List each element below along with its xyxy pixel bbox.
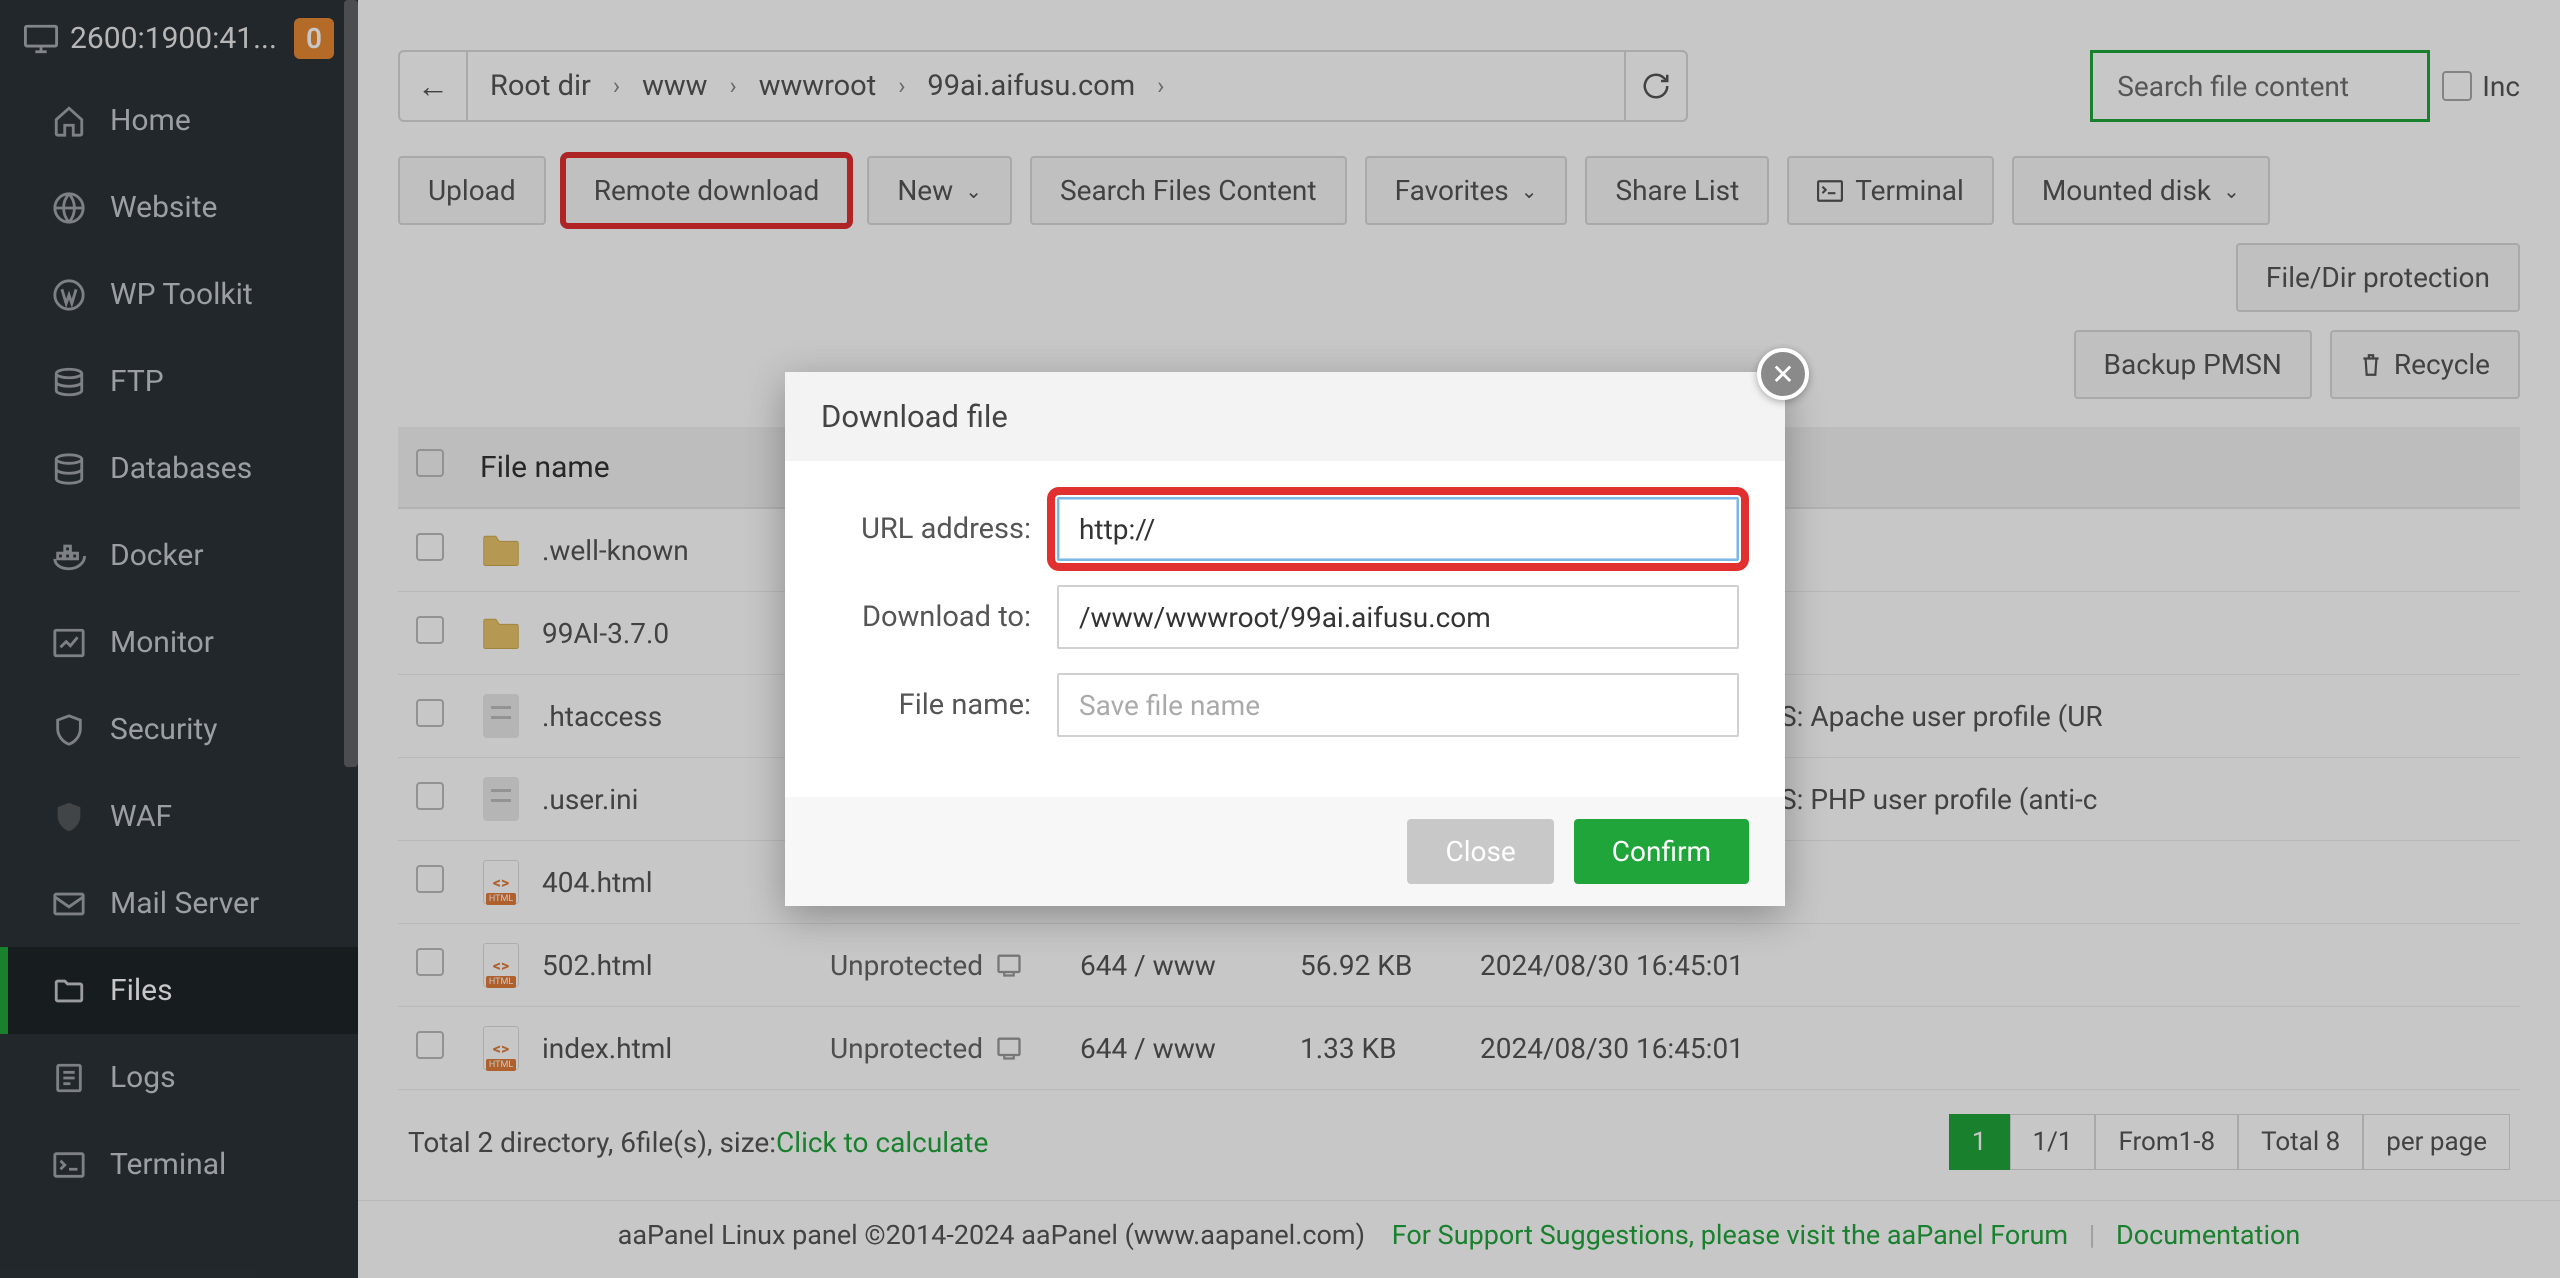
modal-confirm-btn[interactable]: Confirm xyxy=(1574,819,1749,884)
url-row: URL address: xyxy=(831,497,1739,561)
download-to-label: Download to: xyxy=(831,600,1031,634)
modal-footer: Close Confirm xyxy=(785,797,1785,906)
filename-row: File name: xyxy=(831,673,1739,737)
download-to-row: Download to: xyxy=(831,585,1739,649)
modal-title: Download file xyxy=(785,372,1785,461)
url-input[interactable] xyxy=(1057,497,1739,561)
url-label: URL address: xyxy=(831,512,1031,546)
download-to-input[interactable] xyxy=(1057,585,1739,649)
filename-input[interactable] xyxy=(1057,673,1739,737)
filename-label: File name: xyxy=(831,688,1031,722)
modal-close-button[interactable]: ✕ xyxy=(1757,348,1809,400)
download-file-modal: ✕ Download file URL address: Download to… xyxy=(785,372,1785,906)
modal-close-btn[interactable]: Close xyxy=(1407,819,1553,884)
